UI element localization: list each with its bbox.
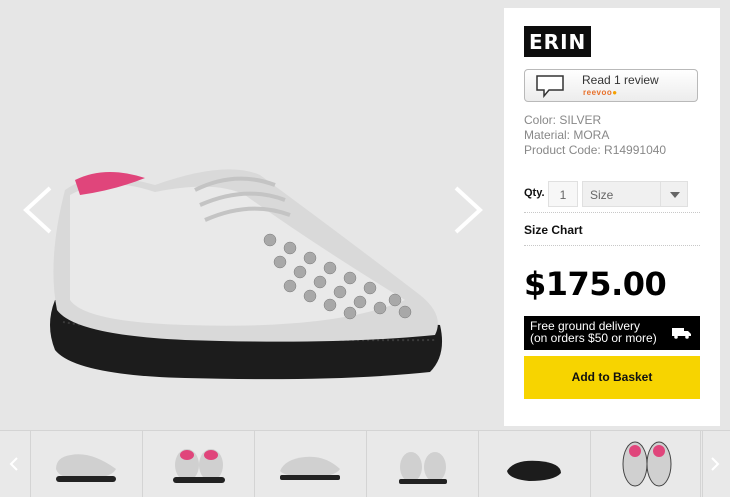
- thumbnail-image: [56, 454, 116, 482]
- product-main-image: [50, 169, 443, 380]
- chevron-right-icon: [711, 457, 720, 471]
- thumbnail-image: [280, 456, 340, 480]
- qty-label: Qty.: [524, 187, 545, 199]
- thumbnail-image: [399, 452, 447, 484]
- delivery-line-2: (on orders $50 or more): [530, 331, 657, 345]
- review-link-text: Read 1 review: [582, 73, 659, 87]
- thumbnail-rear-view[interactable]: [143, 431, 255, 497]
- truck-icon: [672, 328, 691, 339]
- free-delivery-banner: Free ground delivery (on orders $50 or m…: [524, 316, 700, 350]
- thumbnail-sole-view[interactable]: [479, 431, 591, 497]
- read-review-button[interactable]: Read 1 review reevoo●: [524, 69, 698, 102]
- divider: [524, 245, 700, 246]
- thumbnail-image: [622, 441, 672, 487]
- product-image-stage: [0, 0, 503, 430]
- thumbnail-image: [507, 460, 561, 481]
- chevron-left-icon: [9, 457, 18, 471]
- quantity-input[interactable]: 1: [548, 181, 578, 207]
- thumbnail-strip: [0, 430, 730, 497]
- quantity-row: Qty. 1 Size: [524, 180, 700, 210]
- add-to-basket-button[interactable]: Add to Basket: [524, 356, 700, 399]
- thumbnail-front-view[interactable]: [367, 431, 479, 497]
- product-color: Color: SILVER: [524, 113, 602, 127]
- product-info-panel: ERIN Read 1 review reevoo● Color: SILVER…: [504, 8, 720, 426]
- thumbnails-next-button[interactable]: [700, 431, 730, 497]
- thumbnail-inner-side-view[interactable]: [255, 431, 367, 497]
- size-select-value: Size: [590, 188, 614, 202]
- product-price: $175.00: [524, 265, 667, 303]
- reevoo-logo: reevoo●: [583, 88, 618, 97]
- thumbnail-top-view[interactable]: [591, 431, 703, 497]
- product-specs: Color: SILVER Material: MORA Product Cod…: [524, 113, 666, 158]
- thumbnail-side-view[interactable]: [31, 431, 143, 497]
- product-title: ERIN: [524, 26, 592, 57]
- speech-bubble-icon: [536, 75, 564, 98]
- thumbnail-image: [173, 449, 225, 483]
- size-select[interactable]: Size: [582, 181, 688, 207]
- divider: [524, 212, 700, 213]
- thumbnails-prev-button[interactable]: [0, 431, 31, 497]
- size-chart-link[interactable]: Size Chart: [524, 223, 583, 237]
- caret-down-icon[interactable]: [660, 182, 687, 206]
- product-code: Product Code: R14991040: [524, 143, 667, 157]
- product-material: Material: MORA: [524, 128, 610, 142]
